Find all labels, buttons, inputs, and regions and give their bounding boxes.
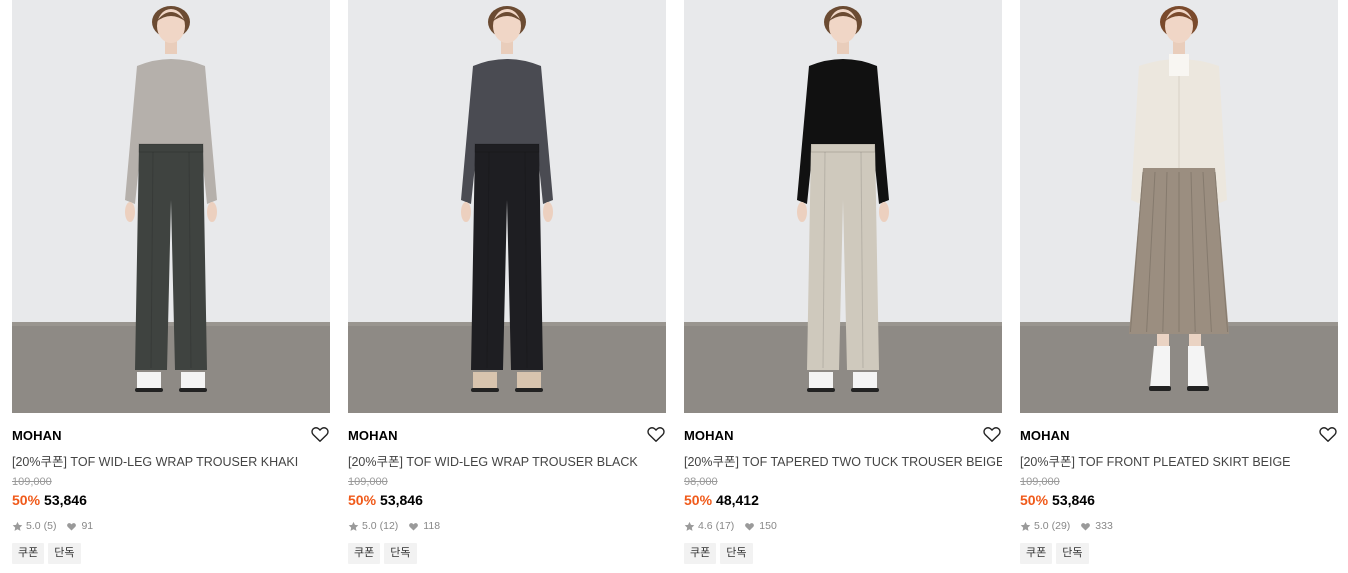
wishlist-heart-icon[interactable] [982, 424, 1002, 444]
product-image[interactable] [684, 0, 1002, 413]
like-count: 91 [81, 520, 94, 532]
product-name[interactable]: [20%쿠폰] TOF WID-LEG WRAP TROUSER BLACK [348, 451, 666, 470]
star-icon [348, 521, 359, 532]
rating-value: 5.0 [1034, 520, 1049, 532]
review-count: (5) [43, 520, 57, 532]
heart-icon [408, 521, 419, 532]
discount-rate: 50% [1020, 492, 1049, 508]
product-card[interactable]: MOHAN [20%쿠폰] TOF WID-LEG WRAP TROUSER B… [348, 0, 666, 573]
brand-name[interactable]: MOHAN [684, 428, 734, 443]
product-image[interactable] [348, 0, 666, 413]
product-card[interactable]: MOHAN [20%쿠폰] TOF WID-LEG WRAP TROUSER K… [12, 0, 330, 573]
tag-list: 쿠폰 단독 [1020, 543, 1089, 564]
rating-value: 4.6 [698, 520, 713, 532]
product-name[interactable]: [20%쿠폰] TOF WID-LEG WRAP TROUSER KHAKI [12, 451, 330, 470]
tag-coupon: 쿠폰 [348, 543, 381, 564]
price-row: 50% 53,846 [348, 492, 423, 508]
tag-exclusive: 단독 [48, 543, 81, 564]
brand-name[interactable]: MOHAN [348, 428, 398, 443]
tag-coupon: 쿠폰 [684, 543, 717, 564]
product-stats: 5.0 (29) 333 [1020, 520, 1113, 532]
product-stats: 5.0 (5) 91 [12, 520, 93, 532]
heart-icon [1080, 521, 1091, 532]
sale-price: 48,412 [716, 492, 759, 508]
heart-icon [744, 521, 755, 532]
tag-list: 쿠폰 단독 [348, 543, 417, 564]
rating-value: 5.0 [362, 520, 377, 532]
tag-coupon: 쿠폰 [12, 543, 45, 564]
brand-name[interactable]: MOHAN [12, 428, 62, 443]
tag-exclusive: 단독 [1056, 543, 1089, 564]
tag-exclusive: 단독 [384, 543, 417, 564]
product-name[interactable]: [20%쿠폰] TOF TAPERED TWO TUCK TROUSER BEI… [684, 451, 1002, 470]
product-card[interactable]: MOHAN [20%쿠폰] TOF FRONT PLEATED SKIRT BE… [1020, 0, 1338, 573]
discount-rate: 50% [348, 492, 377, 508]
sale-price: 53,846 [380, 492, 423, 508]
tag-exclusive: 단독 [720, 543, 753, 564]
star-icon [1020, 521, 1031, 532]
product-image[interactable] [12, 0, 330, 413]
star-icon [684, 521, 695, 532]
product-stats: 5.0 (12) 118 [348, 520, 440, 532]
discount-rate: 50% [12, 492, 41, 508]
wishlist-heart-icon[interactable] [1318, 424, 1338, 444]
review-count: (12) [379, 520, 399, 532]
star-icon [12, 521, 23, 532]
product-image[interactable] [1020, 0, 1338, 413]
like-count: 118 [423, 520, 441, 532]
sale-price: 53,846 [1052, 492, 1095, 508]
brand-name[interactable]: MOHAN [1020, 428, 1070, 443]
price-row: 50% 53,846 [1020, 492, 1095, 508]
tag-coupon: 쿠폰 [1020, 543, 1053, 564]
review-count: (17) [715, 520, 735, 532]
original-price: 109,000 [348, 476, 388, 488]
product-stats: 4.6 (17) 150 [684, 520, 777, 532]
tag-list: 쿠폰 단독 [12, 543, 81, 564]
original-price: 98,000 [684, 476, 718, 488]
like-count: 150 [759, 520, 777, 532]
price-row: 50% 48,412 [684, 492, 759, 508]
review-count: (29) [1051, 520, 1071, 532]
like-count: 333 [1095, 520, 1113, 532]
product-grid: MOHAN [20%쿠폰] TOF WID-LEG WRAP TROUSER K… [0, 0, 1348, 573]
tag-list: 쿠폰 단독 [684, 543, 753, 564]
heart-icon [66, 521, 77, 532]
rating-value: 5.0 [26, 520, 41, 532]
product-name[interactable]: [20%쿠폰] TOF FRONT PLEATED SKIRT BEIGE [1020, 451, 1338, 470]
wishlist-heart-icon[interactable] [310, 424, 330, 444]
original-price: 109,000 [12, 476, 52, 488]
original-price: 109,000 [1020, 476, 1060, 488]
discount-rate: 50% [684, 492, 713, 508]
wishlist-heart-icon[interactable] [646, 424, 666, 444]
product-card[interactable]: MOHAN [20%쿠폰] TOF TAPERED TWO TUCK TROUS… [684, 0, 1002, 573]
price-row: 50% 53,846 [12, 492, 87, 508]
sale-price: 53,846 [44, 492, 87, 508]
